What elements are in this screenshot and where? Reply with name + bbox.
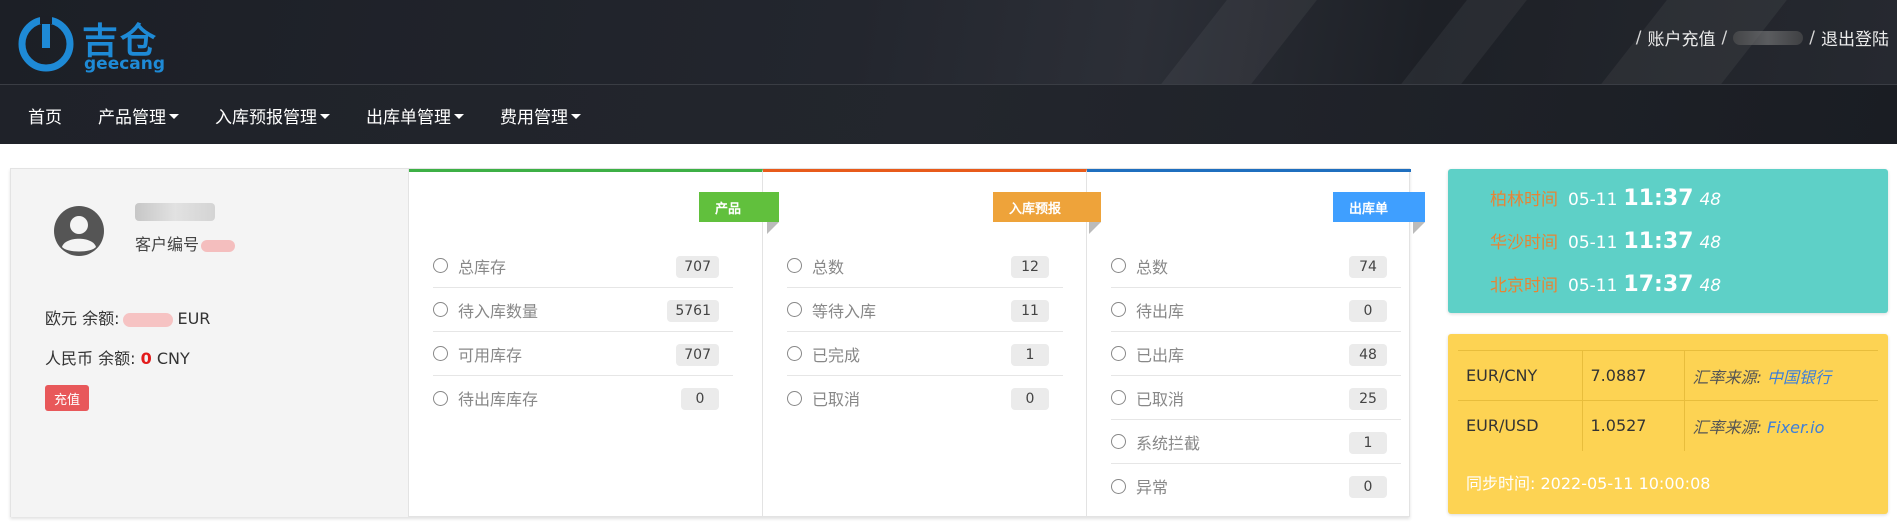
count-badge: 5761 bbox=[667, 300, 719, 322]
stat-row[interactable]: 待出库库存 0 bbox=[433, 376, 733, 420]
count-badge: 0 bbox=[1349, 300, 1387, 322]
caret-down-icon bbox=[320, 113, 330, 119]
radio-button[interactable] bbox=[787, 302, 802, 317]
inbound-column: 入库预报 总数 12 等待入库 11 已完成 1 已取消 0 bbox=[763, 169, 1101, 517]
radio-button[interactable] bbox=[1111, 258, 1126, 273]
radio-button[interactable] bbox=[1111, 346, 1126, 361]
stat-row[interactable]: 系统拦截 1 bbox=[1111, 420, 1401, 464]
rate-source-link[interactable]: 中国银行 bbox=[1767, 368, 1831, 387]
count-badge: 1 bbox=[1349, 432, 1387, 454]
outbound-tag: 出库单 bbox=[1333, 192, 1425, 234]
profile-card: 客户编号 欧元 余额: EUR 人民币 余额: 0 CNY 充值 bbox=[11, 169, 409, 517]
count-badge: 0 bbox=[1349, 476, 1387, 498]
cny-balance: 人民币 余额: 0 CNY bbox=[45, 349, 190, 368]
clock-warsaw: 华沙时间 05-11 11:37 48 bbox=[1490, 229, 1722, 254]
caret-down-icon bbox=[169, 113, 179, 119]
radio-button[interactable] bbox=[433, 258, 448, 273]
account-recharge-link[interactable]: 账户充值 bbox=[1648, 25, 1716, 50]
rate-pair: EUR/CNY bbox=[1458, 350, 1582, 401]
products-column: 产品 总库存 707 待入库数量 5761 可用库存 707 待出库库存 0 bbox=[409, 169, 779, 517]
logout-link[interactable]: 退出登陆 bbox=[1821, 25, 1889, 50]
brand-logo[interactable]: 吉仓 geecang bbox=[18, 14, 178, 74]
nav-home[interactable]: 首页 bbox=[28, 103, 62, 128]
radio-button[interactable] bbox=[1111, 478, 1126, 494]
radio-button[interactable] bbox=[1111, 434, 1126, 449]
customer-number-redacted bbox=[201, 239, 236, 252]
stat-row[interactable]: 总数 74 bbox=[1111, 244, 1401, 288]
username-redacted bbox=[135, 203, 215, 221]
count-badge: 74 bbox=[1349, 256, 1387, 278]
logo-mark-icon bbox=[18, 16, 74, 72]
rate-value: 1.0527 bbox=[1581, 400, 1684, 451]
exchange-rate-card: EUR/CNY 7.0887 汇率来源: 中国银行 EUR/USD 1.0527… bbox=[1448, 334, 1888, 514]
user-avatar-icon bbox=[54, 206, 104, 256]
radio-button[interactable] bbox=[433, 346, 448, 361]
count-badge: 48 bbox=[1349, 344, 1387, 366]
sync-time: 同步时间: 2022-05-11 10:00:08 bbox=[1466, 474, 1711, 493]
nav-products[interactable]: 产品管理 bbox=[98, 103, 179, 128]
rate-row: EUR/CNY 7.0887 汇率来源: 中国银行 bbox=[1458, 350, 1878, 401]
radio-button[interactable] bbox=[1111, 302, 1126, 317]
radio-button[interactable] bbox=[787, 346, 802, 361]
stat-row[interactable]: 已完成 1 bbox=[787, 332, 1063, 376]
rate-row: EUR/USD 1.0527 汇率来源: Fixer.io bbox=[1458, 400, 1878, 451]
inbound-tag: 入库预报 bbox=[993, 192, 1101, 234]
radio-button[interactable] bbox=[433, 390, 448, 406]
username-redacted[interactable] bbox=[1733, 30, 1804, 45]
nav-inbound[interactable]: 入库预报管理 bbox=[215, 103, 330, 128]
count-badge: 11 bbox=[1011, 300, 1049, 322]
inbound-stats: 总数 12 等待入库 11 已完成 1 已取消 0 bbox=[787, 244, 1063, 420]
clock-berlin: 柏林时间 05-11 11:37 48 bbox=[1490, 186, 1722, 211]
stat-row[interactable]: 已出库 48 bbox=[1111, 332, 1401, 376]
stat-row[interactable]: 待入库数量 5761 bbox=[433, 288, 733, 332]
header-decoration bbox=[1341, 0, 1559, 84]
count-badge: 0 bbox=[681, 388, 719, 410]
exchange-rate-table: EUR/CNY 7.0887 汇率来源: 中国银行 EUR/USD 1.0527… bbox=[1458, 350, 1878, 451]
outbound-column: 出库单 总数 74 待出库 0 已出库 48 已取消 25 系统拦截 1 异常 0 bbox=[1087, 169, 1425, 517]
count-badge: 25 bbox=[1349, 388, 1387, 410]
header-links: / 账户充值 / / 退出登陆 bbox=[1636, 25, 1889, 51]
header-decoration bbox=[1101, 0, 1349, 84]
outbound-stats: 总数 74 待出库 0 已出库 48 已取消 25 系统拦截 1 异常 0 bbox=[1111, 244, 1401, 508]
rate-source: 汇率来源: 中国银行 bbox=[1683, 350, 1878, 401]
caret-down-icon bbox=[571, 113, 581, 119]
caret-down-icon bbox=[454, 113, 464, 119]
recharge-button[interactable]: 充值 bbox=[45, 385, 89, 411]
radio-button[interactable] bbox=[433, 302, 448, 317]
stat-row[interactable]: 已取消 0 bbox=[787, 376, 1063, 420]
count-badge: 707 bbox=[676, 344, 719, 366]
cny-balance-value: 0 bbox=[140, 349, 152, 368]
rate-pair: EUR/USD bbox=[1458, 400, 1582, 451]
brand-name-en: geecang bbox=[84, 54, 166, 74]
nav-menu: 首页 产品管理 入库预报管理 出库单管理 费用管理 bbox=[28, 85, 617, 145]
stat-row[interactable]: 异常 0 bbox=[1111, 464, 1401, 508]
customer-number: 客户编号 bbox=[135, 231, 236, 255]
stat-row[interactable]: 已取消 25 bbox=[1111, 376, 1401, 420]
main-navbar: 首页 产品管理 入库预报管理 出库单管理 费用管理 bbox=[0, 84, 1897, 144]
stat-row[interactable]: 可用库存 707 bbox=[433, 332, 733, 376]
stat-row[interactable]: 待出库 0 bbox=[1111, 288, 1401, 332]
count-badge: 1 bbox=[1011, 344, 1049, 366]
top-header: 吉仓 geecang / 账户充值 / / 退出登陆 bbox=[0, 0, 1897, 84]
rate-value: 7.0887 bbox=[1581, 350, 1684, 401]
nav-outbound[interactable]: 出库单管理 bbox=[366, 103, 464, 128]
eur-balance-redacted bbox=[123, 312, 174, 327]
products-stats: 总库存 707 待入库数量 5761 可用库存 707 待出库库存 0 bbox=[433, 244, 733, 420]
radio-button[interactable] bbox=[1111, 390, 1126, 405]
stat-row[interactable]: 等待入库 11 bbox=[787, 288, 1063, 332]
stat-row[interactable]: 总库存 707 bbox=[433, 244, 733, 288]
count-badge: 707 bbox=[676, 256, 719, 278]
count-badge: 0 bbox=[1011, 388, 1049, 410]
radio-button[interactable] bbox=[787, 390, 802, 406]
radio-button[interactable] bbox=[787, 258, 802, 273]
world-clock-card: 柏林时间 05-11 11:37 48 华沙时间 05-11 11:37 48 北京时间 05… bbox=[1448, 169, 1888, 313]
rate-source-link[interactable]: Fixer.io bbox=[1767, 418, 1824, 437]
count-badge: 12 bbox=[1011, 256, 1049, 278]
dashboard-panel: 客户编号 欧元 余额: EUR 人民币 余额: 0 CNY 充值 产品 总库存 70… bbox=[10, 168, 1425, 517]
eur-balance: 欧元 余额: EUR bbox=[45, 309, 211, 328]
clock-beijing: 北京时间 05-11 17:37 48 bbox=[1490, 272, 1722, 297]
rate-source: 汇率来源: Fixer.io bbox=[1683, 400, 1878, 451]
stat-row[interactable]: 总数 12 bbox=[787, 244, 1063, 288]
nav-fees[interactable]: 费用管理 bbox=[500, 103, 581, 128]
